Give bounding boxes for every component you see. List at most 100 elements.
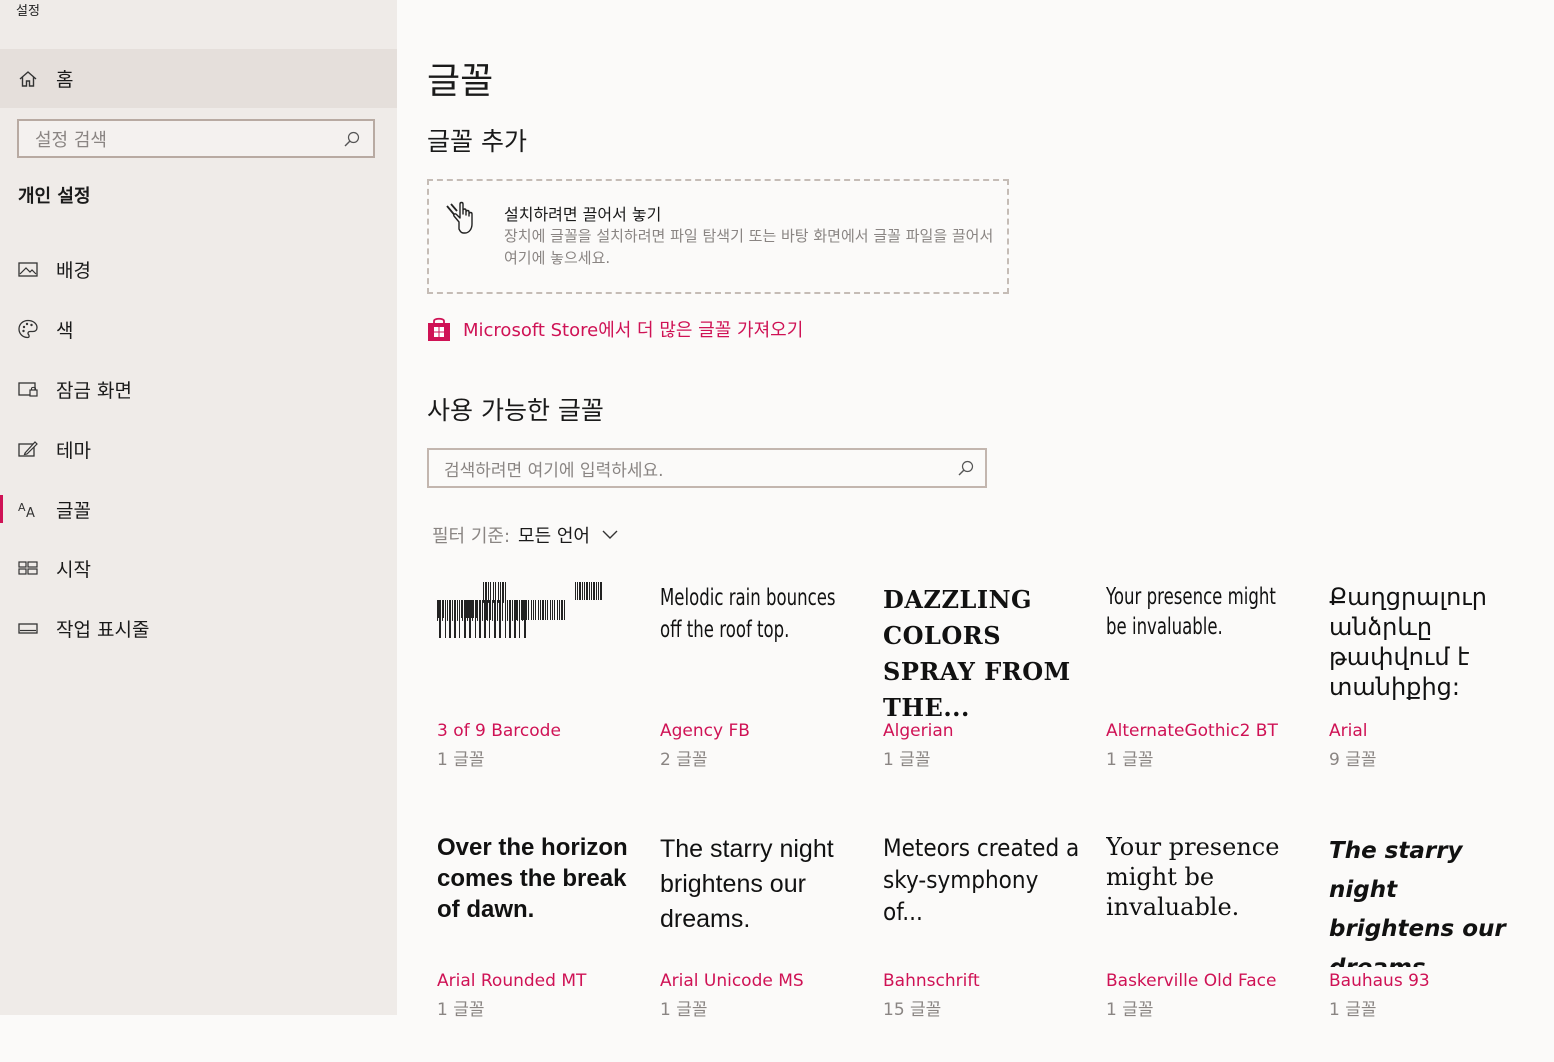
font-sample: Your presence might be invaluable. (1106, 584, 1276, 640)
lock-screen-icon (18, 382, 38, 397)
font-icon: A A (18, 501, 35, 520)
font-count: 1 글꼴 (437, 1000, 485, 1020)
font-tile-arial[interactable]: Քաղցրալուր անձրևը թափվում է տանիքից: Ari… (1329, 582, 1529, 812)
sidebar: 설정 홈 설정 검색 개인 설정 배경 색 잠금 화면 테마 A A 글꼴 시작… (0, 0, 397, 1015)
microsoft-store-link[interactable]: Microsoft Store에서 더 많은 글꼴 가져오기 (427, 316, 803, 342)
barcode-bar (596, 582, 597, 600)
sidebar-item-start[interactable]: 시작 (0, 548, 397, 588)
font-sample: Քաղցրալուր անձրևը թափվում է տանիքից: (1329, 583, 1487, 701)
font-tile-bauhaus-93[interactable]: The starry night brightens our dreams. B… (1329, 832, 1529, 1062)
barcode-bar (492, 600, 493, 621)
barcode-bar (488, 582, 489, 603)
barcode-bar (564, 600, 565, 620)
home-button[interactable]: 홈 (0, 49, 397, 108)
barcode-bar (559, 600, 560, 620)
barcode-bar (516, 600, 517, 620)
barcode-bar (540, 600, 541, 620)
search-icon[interactable] (957, 459, 975, 477)
barcode-bar (598, 582, 599, 600)
barcode-bar (523, 600, 525, 620)
sidebar-item-label: 작업 표시줄 (56, 618, 150, 641)
sidebar-item-label: 테마 (56, 439, 91, 462)
sidebar-item-taskbar[interactable]: 작업 표시줄 (0, 608, 397, 648)
barcode-bar (561, 600, 563, 620)
font-sample: Over the horizon comes the break of dawn… (437, 834, 628, 923)
font-search-input[interactable]: 검색하려면 여기에 입력하세요. (427, 448, 987, 488)
barcode-bar (498, 582, 499, 603)
sidebar-item-theme[interactable]: 테마 (0, 429, 397, 469)
barcode-bar (545, 600, 546, 620)
font-tile-algerian[interactable]: DAZZLING COLORS SPRAY FROM THE... Algeri… (883, 582, 1083, 812)
store-link-text: Microsoft Store에서 더 많은 글꼴 가져오기 (463, 320, 804, 341)
sidebar-item-background[interactable]: 배경 (0, 249, 397, 289)
settings-search-placeholder: 설정 검색 (35, 129, 107, 151)
font-drop-zone[interactable]: 설치하려면 끌어서 놓기 장치에 글꼴을 설치하려면 파일 탐색기 또는 바탕 … (427, 179, 1009, 294)
barcode-bar (552, 600, 553, 620)
barcode-bar (507, 600, 508, 620)
palette-icon (18, 319, 38, 339)
available-fonts-heading: 사용 가능한 글꼴 (427, 396, 604, 425)
font-tile-agency-fb[interactable]: Melodic rain bounces off the roof top. A… (660, 582, 860, 812)
barcode-bar (519, 600, 520, 620)
search-icon[interactable] (343, 130, 361, 148)
barcode-bar (495, 582, 496, 620)
barcode-bar (500, 582, 501, 620)
barcode-bar (473, 600, 474, 618)
drop-zone-description: 장치에 글꼴을 설치하려면 파일 탐색기 또는 바탕 화면에서 글꼴 파일을 끌… (504, 227, 994, 267)
barcode-bar (442, 600, 443, 621)
font-count: 1 글꼴 (437, 750, 485, 770)
font-name: Algerian (883, 721, 954, 741)
font-tile-arial-unicode-ms[interactable]: The starry night brightens our dreams. A… (660, 832, 860, 1062)
barcode-bar (542, 600, 544, 620)
barcode-bar (593, 582, 595, 600)
barcode-bar (589, 582, 590, 600)
sidebar-item-fonts[interactable]: A A 글꼴 (0, 489, 397, 529)
font-sample: Melodic rain bounces off the roof top. (660, 585, 836, 643)
font-name: Bauhaus 93 (1329, 971, 1430, 991)
font-count: 1 글꼴 (1329, 1000, 1377, 1020)
barcode-bar (533, 600, 534, 620)
font-tile-arial-rounded-mt[interactable]: Over the horizon comes the break of dawn… (437, 832, 637, 1062)
font-sample: Meteors created a sky-symphony of... (883, 834, 1080, 926)
barcode-bar (586, 582, 588, 600)
language-filter-dropdown[interactable]: 필터 기준: 모든 언어 (432, 522, 618, 548)
font-count: 2 글꼴 (660, 750, 708, 770)
barcode-bar (575, 582, 576, 600)
barcode-bar (437, 600, 438, 621)
barcode-bar (538, 600, 539, 620)
font-name: Agency FB (660, 721, 750, 741)
barcode-sample (437, 582, 602, 638)
font-count: 1 글꼴 (883, 750, 931, 770)
font-sample-area: Meteors created a sky-symphony of... (883, 832, 1083, 967)
barcode-bar (502, 600, 503, 621)
font-name: Arial (1329, 721, 1368, 741)
settings-search-input[interactable]: 설정 검색 (17, 119, 375, 158)
barcode-bar (464, 600, 466, 638)
barcode-bar (521, 600, 522, 620)
barcode-bar (483, 582, 484, 603)
font-sample-area: The starry night brightens our dreams. (660, 832, 860, 967)
font-name: AlternateGothic2 BT (1106, 721, 1278, 741)
font-sample-area: The starry night brightens our dreams. (1329, 832, 1529, 967)
barcode-bar (469, 600, 471, 638)
font-tile-bahnschrift[interactable]: Meteors created a sky-symphony of... Bah… (883, 832, 1083, 1062)
font-sample: The starry night brightens our dreams. (1329, 838, 1506, 967)
svg-text:A: A (26, 506, 35, 520)
font-tile-baskerville-old-face[interactable]: Your presence might be invaluable. Baske… (1106, 832, 1306, 1062)
barcode-bar (472, 600, 473, 621)
font-tile-alternategothic2-bt[interactable]: Your presence might be invaluable. Alter… (1106, 582, 1306, 812)
page-title: 글꼴 (427, 61, 494, 102)
sidebar-item-label: 배경 (56, 259, 91, 282)
barcode-bar (497, 600, 498, 621)
sidebar-item-lock-screen[interactable]: 잠금 화면 (0, 369, 397, 409)
sidebar-item-color[interactable]: 색 (0, 309, 397, 349)
drag-hand-icon (446, 201, 473, 234)
barcode-bar (447, 600, 448, 621)
barcode-bar (582, 582, 583, 600)
barcode-bar (479, 600, 481, 638)
font-tile-3-of-9-barcode[interactable]: 3 of 9 Barcode 1 글꼴 (437, 582, 637, 812)
font-count: 1 글꼴 (1106, 1000, 1154, 1020)
picture-icon (18, 262, 38, 277)
barcode-bar (467, 600, 468, 621)
chevron-down-icon (602, 530, 618, 539)
